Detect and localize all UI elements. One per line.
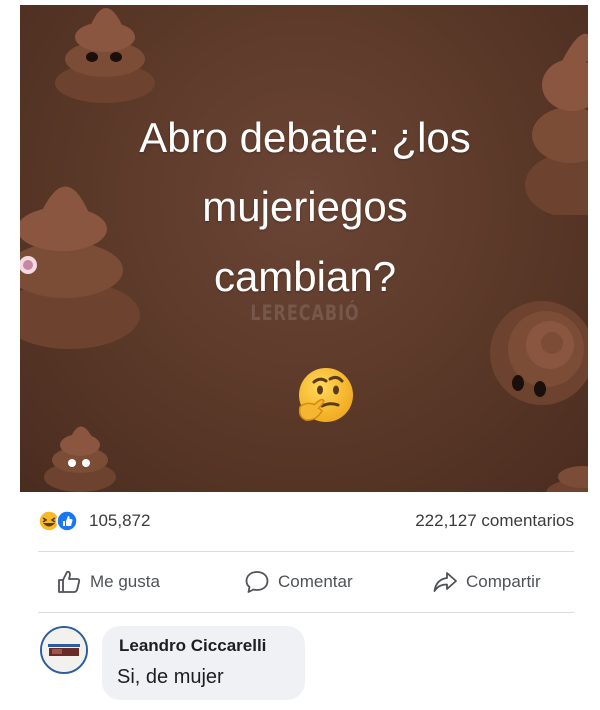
comment-author[interactable]: Leandro Ciccarelli: [119, 636, 266, 656]
thumbs-up-icon: [58, 570, 81, 593]
poop-emoji-icon: [490, 301, 588, 405]
avatar[interactable]: [40, 626, 88, 674]
comment-button-label: Comentar: [278, 572, 353, 591]
reaction-stats-row: 105,872 222,127 comentarios: [38, 508, 576, 534]
post-headline: Abro debate: ¿los mujeriegos cambian?: [80, 103, 530, 311]
like-button-label: Me gusta: [90, 572, 160, 591]
reaction-count[interactable]: 105,872: [89, 511, 150, 531]
poop-emoji-icon: [55, 7, 155, 103]
facebook-post: Abro debate: ¿los mujeriegos cambian? LE…: [0, 0, 600, 710]
comment-button[interactable]: Comentar: [244, 566, 353, 598]
comment-text: Si, de mujer: [117, 666, 224, 688]
like-reaction-icon: [56, 510, 78, 532]
reaction-icons[interactable]: [38, 510, 86, 532]
headline-line-2: mujeriegos: [202, 183, 408, 231]
share-button[interactable]: Compartir: [432, 566, 541, 598]
avatar-image: [42, 628, 86, 672]
share-arrow-icon: [433, 572, 457, 592]
poop-emoji-icon: [44, 426, 116, 492]
speech-bubble-icon: [245, 571, 269, 593]
watermark: LERECABIÓ: [250, 299, 360, 326]
poop-emoji-icon: [546, 466, 588, 492]
comment-count[interactable]: 222,127 comentarios: [415, 511, 574, 531]
headline-line-1: Abro debate: ¿los: [139, 114, 471, 161]
post-image[interactable]: Abro debate: ¿los mujeriegos cambian? LE…: [20, 5, 588, 492]
comment-bubble: Leandro Ciccarelli Si, de mujer: [102, 626, 305, 700]
divider: [38, 612, 574, 613]
like-button[interactable]: Me gusta: [56, 566, 160, 598]
haha-reaction-icon: [38, 510, 60, 532]
share-button-label: Compartir: [466, 572, 541, 591]
thinking-face-icon: [298, 368, 353, 422]
divider: [38, 551, 574, 552]
